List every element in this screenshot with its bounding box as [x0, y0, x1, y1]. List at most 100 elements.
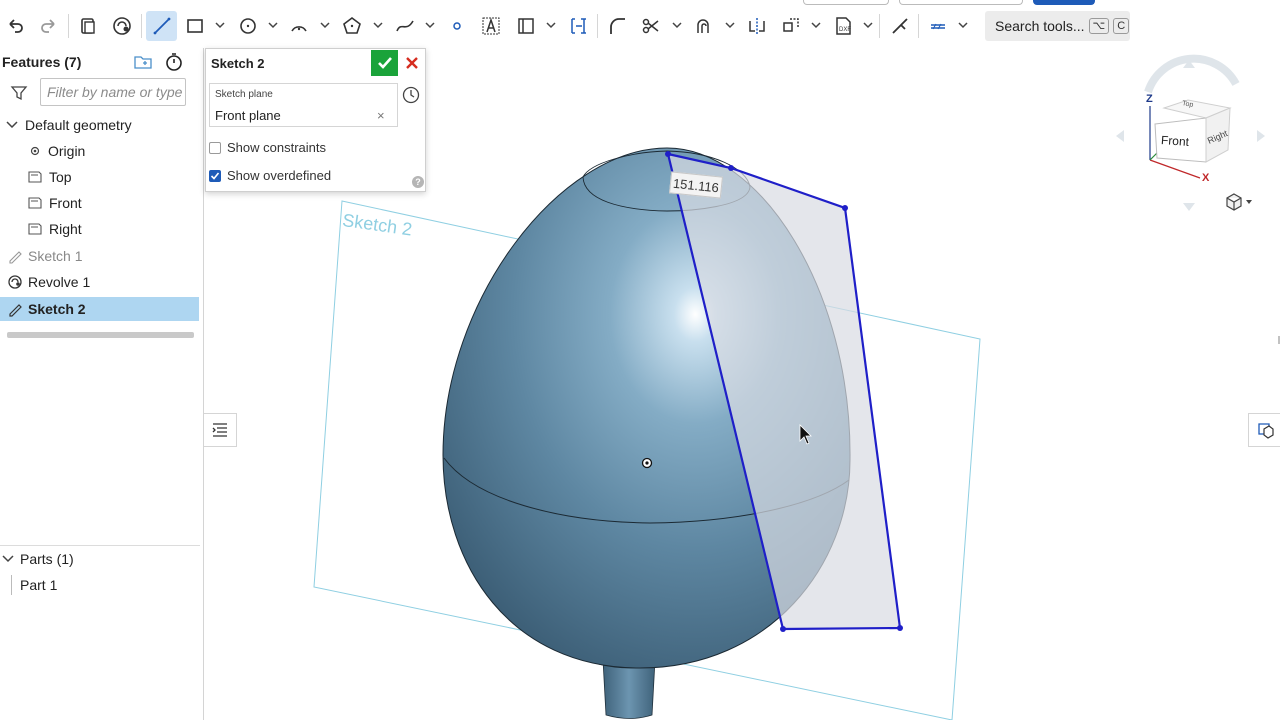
close-icon [406, 57, 418, 69]
history-icon[interactable] [401, 85, 421, 105]
filter-icon[interactable] [10, 84, 28, 102]
tree-item-revolve-1[interactable]: Revolve 1 [0, 270, 199, 294]
tree-item-part-1[interactable]: Part 1 [0, 573, 199, 597]
show-overdefined-checkbox[interactable] [209, 169, 221, 182]
offset-tool-icon[interactable] [690, 12, 718, 40]
filter-input[interactable] [40, 78, 186, 106]
chevron-down-icon[interactable] [424, 19, 436, 31]
chevron-down-icon[interactable] [671, 19, 683, 31]
chevron-down-icon[interactable] [319, 19, 331, 31]
sketch-vertex[interactable] [842, 205, 848, 211]
dimension-style-icon[interactable] [924, 12, 952, 40]
view-cube[interactable] [1116, 54, 1265, 211]
horizontal-scrollbar[interactable] [7, 332, 194, 338]
undo-icon[interactable] [1, 12, 29, 40]
accept-button[interactable] [371, 50, 398, 76]
show-overdefined-label: Show overdefined [227, 168, 332, 183]
tree-label: Right [49, 221, 82, 237]
chevron-down-icon[interactable] [0, 551, 16, 567]
constraint-tool-icon[interactable] [886, 12, 914, 40]
caret-down-icon[interactable] [1244, 197, 1254, 207]
tree-item-top[interactable]: Top [0, 165, 199, 189]
trim-tool-icon[interactable] [637, 12, 665, 40]
tree-item-right[interactable]: Right [0, 217, 199, 241]
search-tools-button[interactable]: Search tools... ⌥ C [985, 11, 1130, 41]
tree-label: Top [49, 169, 72, 185]
chevron-down-icon[interactable] [724, 19, 736, 31]
plane-icon [28, 171, 42, 183]
mirror-tool-icon[interactable] [743, 12, 771, 40]
chevron-down-icon[interactable] [957, 19, 969, 31]
add-folder-icon[interactable] [133, 53, 153, 71]
top-tab-stub[interactable] [803, 0, 889, 5]
sketch-vertex[interactable] [780, 626, 786, 632]
sketch-pencil-icon [9, 251, 22, 264]
parts-divider[interactable] [0, 545, 200, 546]
transform-tool-icon[interactable] [777, 12, 805, 40]
tree-group-default-geometry[interactable]: Default geometry [0, 113, 199, 137]
toolbar-separator [141, 14, 142, 38]
dialog-title: Sketch 2 [211, 56, 265, 71]
toolbar-separator [918, 14, 919, 38]
tree-item-sketch-1[interactable]: Sketch 1 [0, 244, 199, 268]
tree-label: Front [49, 195, 82, 211]
text-tool-icon[interactable] [477, 12, 505, 40]
toolbar-separator [68, 14, 69, 38]
insert-dxf-icon[interactable]: DXF [829, 12, 857, 40]
view-cube-arrow-right[interactable] [1257, 130, 1265, 142]
circle-tool-icon[interactable] [234, 12, 262, 40]
sketch-plane-value: Front plane [215, 108, 281, 123]
chevron-down-icon[interactable] [545, 19, 557, 31]
tree-group-parts[interactable]: Parts (1) [0, 547, 199, 571]
fillet-tool-icon[interactable] [603, 12, 631, 40]
search-tools-label: Search tools... [995, 18, 1085, 34]
checkmark-icon [210, 171, 220, 180]
rectangle-tool-icon[interactable] [181, 12, 209, 40]
show-overdefined-row[interactable]: Show overdefined [209, 168, 331, 183]
cube-view-icon[interactable] [1224, 192, 1244, 212]
polygon-tool-icon[interactable] [338, 12, 366, 40]
chevron-down-icon[interactable] [4, 117, 20, 133]
clear-plane-button[interactable]: × [377, 108, 385, 123]
sketch-vertex[interactable] [665, 151, 671, 157]
chevron-down-icon[interactable] [267, 19, 279, 31]
rollback-timer-icon[interactable] [164, 52, 184, 72]
show-constraints-row[interactable]: Show constraints [209, 140, 326, 155]
toolbar: DXF Search tools... ⌥ C [0, 0, 1280, 52]
tree-label: Origin [48, 143, 86, 159]
show-constraints-checkbox[interactable] [209, 141, 221, 154]
tree-item-sketch-2[interactable]: Sketch 2 [0, 297, 199, 321]
top-tab-stub[interactable] [899, 0, 1023, 5]
sketch-vertex[interactable] [728, 165, 734, 171]
construction-tool-icon[interactable] [564, 12, 592, 40]
help-icon[interactable]: ? [412, 176, 424, 188]
chevron-down-icon[interactable] [372, 19, 384, 31]
chevron-down-icon[interactable] [862, 19, 874, 31]
point-tool-icon[interactable] [443, 12, 471, 40]
feature-list-toggle-button[interactable] [204, 413, 237, 447]
spline-tool-icon[interactable] [391, 12, 419, 40]
line-tool-icon[interactable] [146, 11, 177, 41]
arc-tool-icon[interactable] [285, 12, 313, 40]
view-cube-arrow-left[interactable] [1116, 130, 1124, 142]
tree-item-origin[interactable]: Origin [0, 139, 199, 163]
sketch-vertex[interactable] [897, 625, 903, 631]
view-options-menu[interactable] [1224, 192, 1254, 212]
right-panel-toggle-button[interactable] [1248, 413, 1280, 447]
x-axis-label: X [1202, 172, 1210, 184]
view-cube-rotate-arc[interactable] [1144, 54, 1240, 94]
top-primary-button-stub[interactable] [1033, 0, 1095, 5]
chevron-down-icon[interactable] [214, 19, 226, 31]
tree-item-front[interactable]: Front [0, 191, 199, 215]
redo-icon[interactable] [35, 12, 63, 40]
cancel-button[interactable] [401, 52, 423, 74]
use-tool-icon[interactable] [512, 12, 540, 40]
part-stem[interactable] [602, 659, 656, 719]
sketch-mode-icon[interactable] [108, 12, 136, 40]
sketch-plane-field[interactable]: Sketch plane Front plane × [209, 83, 398, 127]
view-cube-arrow-down[interactable] [1183, 203, 1195, 211]
chevron-down-icon[interactable] [810, 19, 822, 31]
copy-icon[interactable] [74, 12, 102, 40]
tree-label: Parts (1) [20, 551, 74, 567]
view-cube-front-label: Front [1160, 133, 1190, 149]
